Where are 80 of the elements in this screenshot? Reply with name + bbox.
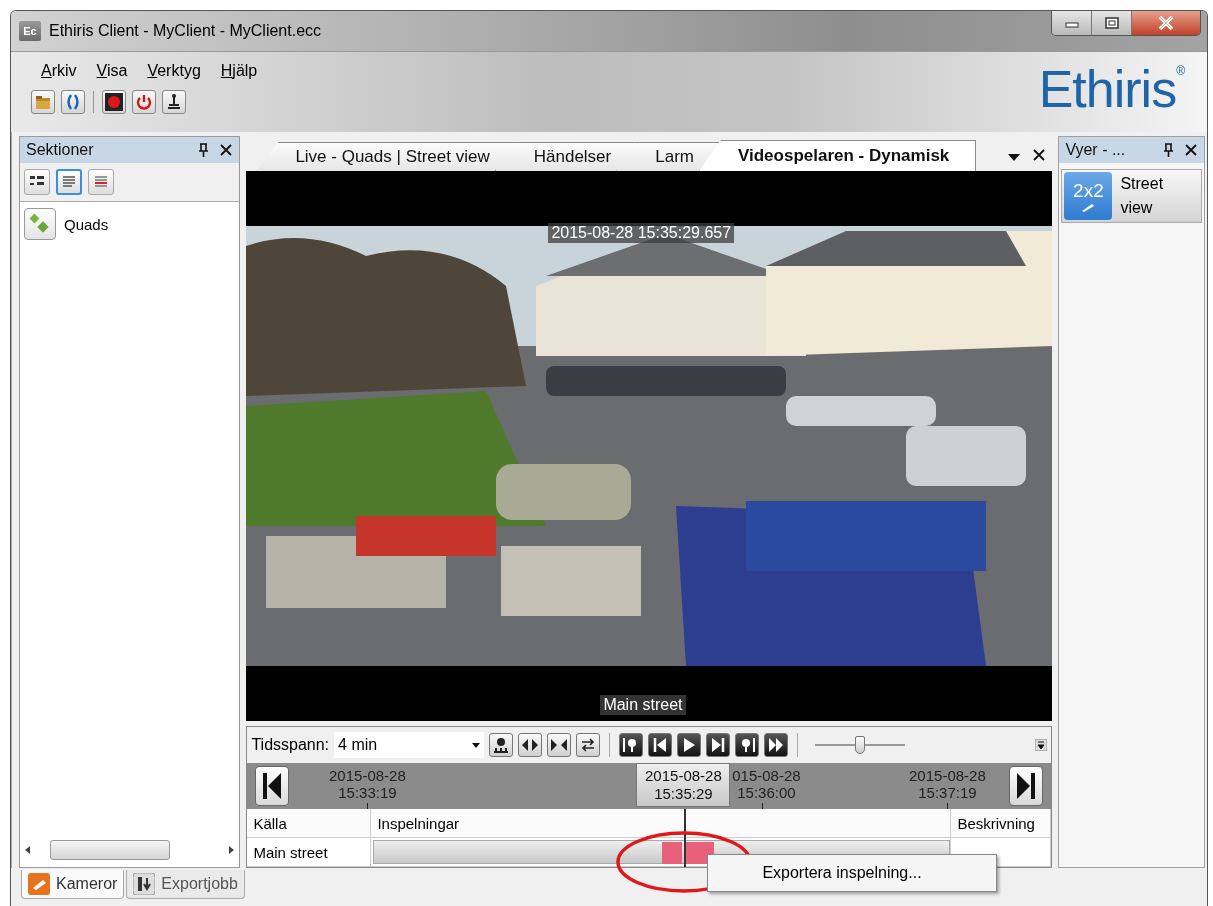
record-icon [105, 93, 123, 111]
fast-forward-button[interactable] [764, 733, 789, 757]
skip-end-icon [1015, 771, 1038, 801]
scroll-left-icon[interactable] [24, 845, 32, 855]
jump-start-button[interactable] [255, 766, 290, 806]
layout-badge: 2x2 [1064, 172, 1113, 220]
brackets-icon [64, 93, 82, 111]
maximize-button[interactable] [1092, 11, 1132, 35]
tree-view-button[interactable] [24, 169, 50, 195]
forward-marker-button[interactable] [735, 733, 760, 757]
collapse-button[interactable] [547, 733, 572, 757]
menu-item[interactable]: Arkiv [31, 60, 87, 82]
open-folder-button[interactable] [31, 90, 55, 114]
timespan-dropdown[interactable]: 4 min [334, 732, 485, 758]
scroll-right-icon[interactable] [227, 845, 236, 855]
record-button[interactable] [102, 90, 126, 114]
column-header: Beskrivning [951, 809, 1052, 838]
joystick-icon [165, 93, 183, 111]
snapshot-button[interactable] [489, 733, 514, 757]
bottom-tab[interactable]: Exportjobb [126, 870, 245, 899]
tick-label: 2015-08-28 15:33:19 [329, 767, 406, 801]
section-item[interactable]: Quads [64, 215, 109, 233]
power-button[interactable] [132, 90, 156, 114]
pin-icon[interactable] [1161, 142, 1176, 158]
list-view-button[interactable] [56, 169, 82, 195]
folder-icon [34, 93, 52, 111]
caret-icon [472, 742, 481, 748]
step-back-button[interactable] [648, 733, 673, 757]
collapse-icon [550, 736, 569, 754]
close-button[interactable] [1132, 11, 1200, 35]
maximize-icon [1104, 17, 1119, 29]
download-icon [133, 873, 156, 895]
caret-icon[interactable] [1008, 154, 1021, 162]
swap-button[interactable] [576, 733, 601, 757]
timespan-label: Tidsspann: [251, 736, 330, 754]
bottom-tab[interactable]: Kameror [21, 870, 125, 899]
table-cell: Main street [247, 838, 372, 867]
column-header: Inspelningar [371, 809, 952, 838]
joystick-button[interactable] [162, 90, 186, 114]
pane-title: Sektioner [26, 141, 95, 159]
expand-button[interactable] [518, 733, 543, 757]
menu-item[interactable]: Hjälp [210, 60, 268, 82]
menu-item[interactable]: Verktyg [137, 60, 211, 82]
close-icon[interactable] [1032, 148, 1047, 162]
tab[interactable]: Live - Quads | Street view [256, 142, 517, 171]
highlight-view-button[interactable] [88, 169, 114, 195]
tick-label: 015-08-28 15:36:00 [732, 767, 801, 801]
recording-segment[interactable] [686, 842, 715, 864]
timestamp-overlay: 2015-08-28 15:35:29.657 [548, 223, 735, 243]
view-item[interactable]: 2x2 Street view [1061, 169, 1202, 223]
playhead-label[interactable]: 2015-08-28 15:35:29 [636, 763, 731, 807]
step-forward-button[interactable] [706, 733, 731, 757]
close-icon[interactable] [219, 143, 234, 157]
app-icon: Ec [19, 21, 41, 41]
pane-title: Vyer - ... [1065, 141, 1127, 159]
menu-item[interactable]: Exportera inspelning... [708, 864, 922, 882]
tick-label: 2015-08-28 15:37:19 [909, 767, 986, 801]
scrollbar-thumb[interactable] [50, 840, 170, 860]
fast-forward-icon [767, 736, 786, 754]
expand-icon [521, 736, 540, 754]
column-header: Källa [247, 809, 372, 838]
jump-end-button[interactable] [1009, 766, 1044, 806]
window-title: Ethiris Client - MyClient - MyClient.ecc [49, 22, 323, 40]
playhead-line [684, 809, 687, 867]
logo: Ethiris® [1038, 59, 1186, 120]
camera-icon [28, 873, 50, 895]
tab[interactable]: Videospelaren - Dynamisk [698, 140, 977, 171]
close-icon[interactable] [1184, 143, 1198, 157]
play-button[interactable] [677, 733, 702, 757]
camera-label: Main street [600, 695, 686, 715]
close-icon [1158, 16, 1174, 30]
rewind-marker-button[interactable] [619, 733, 644, 757]
snapshot-icon [492, 736, 511, 754]
minimize-button[interactable] [1052, 11, 1092, 35]
menu-item[interactable]: Visa [86, 60, 138, 82]
skip-start-icon [261, 771, 284, 801]
reconnect-button[interactable] [61, 90, 85, 114]
pencil-icon [1080, 202, 1097, 212]
power-icon [135, 93, 153, 111]
overflow-icon[interactable] [1035, 739, 1048, 751]
